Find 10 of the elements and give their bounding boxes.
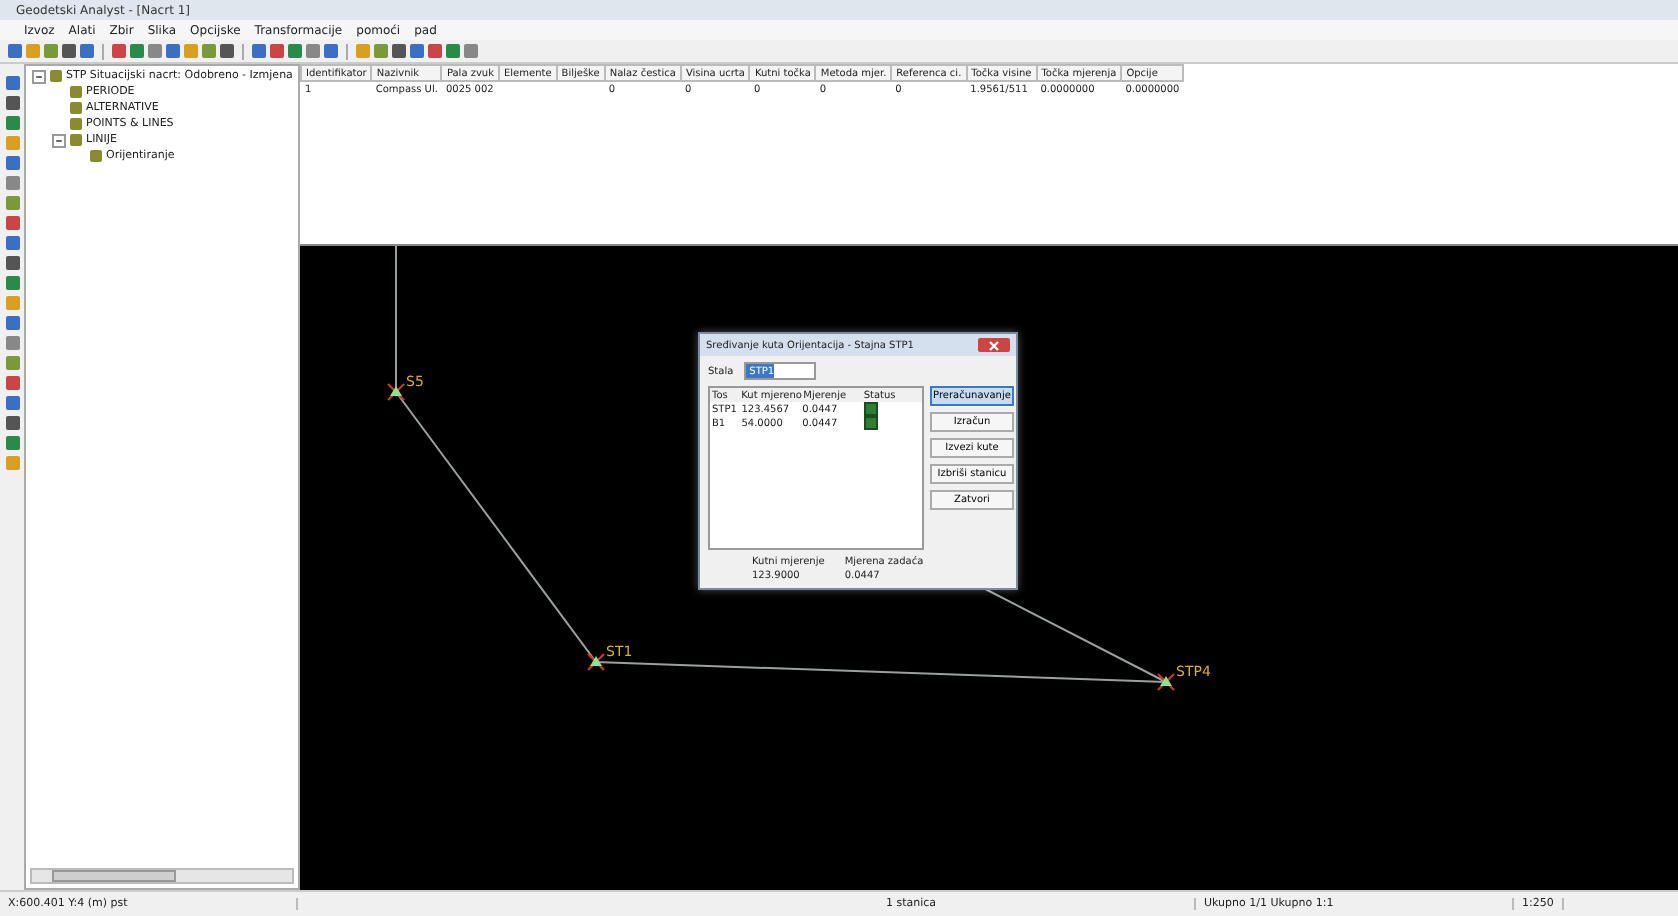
expander-icon[interactable] — [52, 133, 66, 147]
status-checkbox[interactable] — [863, 416, 878, 430]
close-button[interactable] — [978, 338, 1010, 352]
station-marker[interactable] — [1156, 672, 1176, 692]
expander-icon[interactable] — [32, 69, 46, 83]
status-checkbox[interactable] — [863, 402, 878, 416]
station-marker[interactable] — [586, 652, 606, 672]
station-marker[interactable] — [386, 382, 406, 402]
close-icon — [988, 339, 1000, 351]
scrollbar[interactable] — [30, 868, 294, 884]
